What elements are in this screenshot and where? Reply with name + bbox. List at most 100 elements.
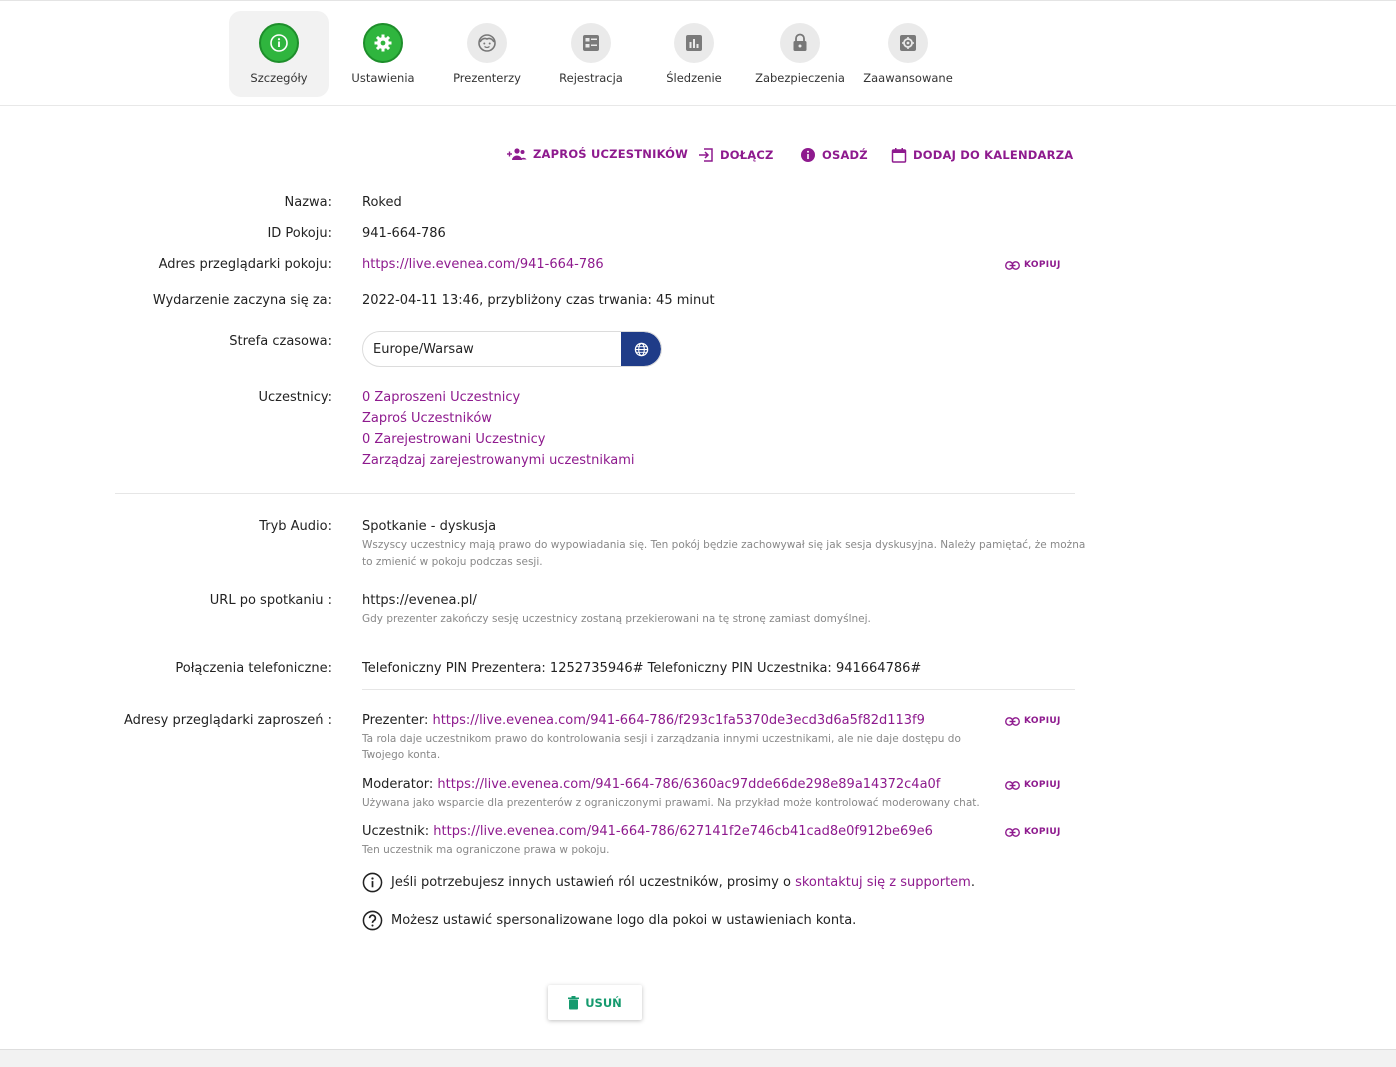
invite-label: ZAPROŚ UCZESTNIKÓW bbox=[533, 147, 689, 161]
embed-label: OSADŹ bbox=[822, 148, 868, 162]
tab-label: Zaawansowane bbox=[863, 71, 953, 85]
audio-mode-note-line: Wszyscy uczestnicy mają prawo do wypowia… bbox=[362, 539, 1086, 551]
copy-label: KOPIUJ bbox=[1024, 780, 1061, 790]
invite-participants-link[interactable]: Zaproś Uczestników bbox=[362, 411, 492, 426]
audio-mode-label: Tryb Audio: bbox=[259, 519, 332, 534]
invite-urls-label: Adresy przeglądarki zaproszeń : bbox=[123, 713, 332, 728]
attendee-url-link[interactable]: https://live.evenea.com/941-664-786/6271… bbox=[433, 824, 933, 839]
trash-icon bbox=[568, 995, 580, 1009]
room-id-label: ID Pokoju: bbox=[267, 226, 332, 241]
after-url-note: Gdy prezenter zakończy sesję uczestnicy … bbox=[362, 613, 871, 625]
add-to-calendar-button[interactable]: DODAJ DO KALENDARZA bbox=[891, 147, 1073, 163]
info-icon bbox=[259, 23, 299, 63]
presenter-url-link[interactable]: https://live.evenea.com/941-664-786/f293… bbox=[432, 713, 924, 728]
presenter-label: Prezenter: bbox=[362, 713, 429, 728]
bar-chart-icon bbox=[674, 23, 714, 63]
tab-advanced[interactable]: Zaawansowane bbox=[860, 11, 956, 97]
gear-icon bbox=[363, 23, 403, 63]
moderator-url-link[interactable]: https://live.evenea.com/941-664-786/6360… bbox=[437, 777, 940, 792]
link-icon bbox=[1005, 827, 1020, 837]
room-browser-url-link[interactable]: https://live.evenea.com/941-664-786 bbox=[362, 257, 604, 272]
calendar-label: DODAJ DO KALENDARZA bbox=[913, 148, 1074, 162]
support-text-end: . bbox=[970, 875, 975, 890]
login-icon bbox=[699, 148, 713, 162]
presenter-note-line: Twojego konta. bbox=[362, 749, 441, 761]
audio-mode-note-line: to zmienić w pokoju podczas sesji. bbox=[362, 556, 543, 568]
section-divider bbox=[362, 689, 1075, 690]
join-label: DOŁĄCZ bbox=[720, 148, 774, 162]
audio-mode-value: Spotkanie - dyskusja bbox=[362, 519, 497, 534]
browser-url-label: Adres przeglądarki pokoju: bbox=[158, 257, 332, 272]
moderator-url-row: Moderator: https://live.evenea.com/941-6… bbox=[362, 777, 940, 792]
form-icon bbox=[571, 23, 611, 63]
contact-support-link[interactable]: skontaktuj się z supportem bbox=[795, 875, 971, 890]
link-icon bbox=[1005, 780, 1020, 790]
join-button[interactable]: DOŁĄCZ bbox=[698, 147, 774, 163]
copy-room-url-button[interactable]: KOPIUJ bbox=[1005, 260, 1061, 270]
link-icon bbox=[1005, 260, 1020, 270]
phone-label: Połączenia telefoniczne: bbox=[175, 661, 332, 676]
tab-registration[interactable]: Rejestracja bbox=[546, 11, 636, 97]
copy-attendee-url-button[interactable]: KOPIUJ bbox=[1005, 827, 1061, 837]
copy-label: KOPIUJ bbox=[1024, 716, 1061, 726]
tab-tracking[interactable]: Śledzenie bbox=[649, 11, 739, 97]
room-name: Roked bbox=[362, 195, 402, 210]
registered-participants-link[interactable]: 0 Zarejestrowani Uczestnicy bbox=[362, 432, 545, 447]
participants-label: Uczestnicy: bbox=[258, 390, 332, 405]
tab-label: Rejestracja bbox=[559, 71, 623, 85]
name-label: Nazwa: bbox=[284, 195, 333, 210]
start-label: Wydarzenie zaczyna się za: bbox=[152, 293, 332, 308]
attendee-note: Ten uczestnik ma ograniczone prawa w pok… bbox=[362, 844, 610, 856]
tab-label: Szczegóły bbox=[250, 71, 308, 85]
link-icon bbox=[1005, 716, 1020, 726]
timezone-label: Strefa czasowa: bbox=[229, 334, 332, 349]
copy-presenter-url-button[interactable]: KOPIUJ bbox=[1005, 716, 1061, 726]
delete-button[interactable]: USUŃ bbox=[548, 985, 642, 1020]
presenter-note-line: Ta rola daje uczestnikom prawo do kontro… bbox=[362, 733, 961, 745]
tab-label: Prezenterzy bbox=[453, 71, 521, 85]
help-outline-icon bbox=[362, 910, 383, 931]
manage-registered-link[interactable]: Zarządzaj zarejestrowanymi uczestnikami bbox=[362, 453, 635, 468]
after-url-value: https://evenea.pl/ bbox=[362, 593, 477, 608]
tab-security[interactable]: Zabezpieczenia bbox=[752, 11, 848, 97]
lock-icon bbox=[780, 23, 820, 63]
calendar-icon bbox=[891, 148, 907, 163]
support-text: Jeśli potrzebujesz innych ustawień ról u… bbox=[391, 875, 791, 890]
logo-info: Możesz ustawić spersonalizowane logo dla… bbox=[362, 910, 856, 931]
add-group-icon bbox=[507, 148, 527, 160]
invited-participants-link[interactable]: 0 Zaproszeni Uczestnicy bbox=[362, 390, 520, 405]
tab-settings[interactable]: Ustawienia bbox=[338, 11, 428, 97]
attendee-url-row: Uczestnik: https://live.evenea.com/941-6… bbox=[362, 824, 933, 839]
tab-bar: Szczegóły Ustawienia Prezenterzy Rejestr… bbox=[0, 1, 1396, 106]
timezone-input[interactable] bbox=[363, 332, 623, 366]
globe-icon bbox=[634, 342, 648, 356]
after-url-label: URL po spotkaniu : bbox=[209, 593, 332, 608]
timezone-field bbox=[362, 331, 662, 367]
moderator-note: Używana jako wsparcie dla prezenterów z … bbox=[362, 797, 980, 809]
section-divider bbox=[115, 493, 1075, 494]
copy-label: KOPIUJ bbox=[1024, 260, 1061, 270]
embed-info-icon bbox=[801, 148, 815, 162]
support-info: Jeśli potrzebujesz innych ustawień ról u… bbox=[362, 872, 975, 893]
room-id: 941-664-786 bbox=[362, 226, 446, 241]
tab-presenters[interactable]: Prezenterzy bbox=[442, 11, 532, 97]
copy-moderator-url-button[interactable]: KOPIUJ bbox=[1005, 780, 1061, 790]
info-outline-icon bbox=[362, 872, 383, 893]
bottom-bar bbox=[0, 1049, 1396, 1067]
start-time: 2022-04-11 13:46, przybliżony czas trwan… bbox=[362, 293, 715, 308]
copy-label: KOPIUJ bbox=[1024, 827, 1061, 837]
tab-label: Zabezpieczenia bbox=[755, 71, 845, 85]
tab-label: Ustawienia bbox=[351, 71, 415, 85]
phone-pins: Telefoniczny PIN Prezentera: 1252735946#… bbox=[362, 661, 922, 676]
logo-info-text: Możesz ustawić spersonalizowane logo dla… bbox=[391, 913, 857, 928]
tab-details[interactable]: Szczegóły bbox=[229, 11, 329, 97]
moderator-label: Moderator: bbox=[362, 777, 434, 792]
delete-label: USUŃ bbox=[585, 995, 622, 1010]
embed-button[interactable]: OSADŹ bbox=[800, 147, 868, 163]
attendee-label: Uczestnik: bbox=[362, 824, 430, 839]
tab-label: Śledzenie bbox=[666, 71, 722, 85]
advanced-gear-icon bbox=[888, 23, 928, 63]
presenter-url-row: Prezenter: https://live.evenea.com/941-6… bbox=[362, 713, 925, 728]
timezone-globe-button[interactable] bbox=[621, 332, 661, 366]
invite-participants-button[interactable]: ZAPROŚ UCZESTNIKÓW bbox=[507, 147, 688, 161]
